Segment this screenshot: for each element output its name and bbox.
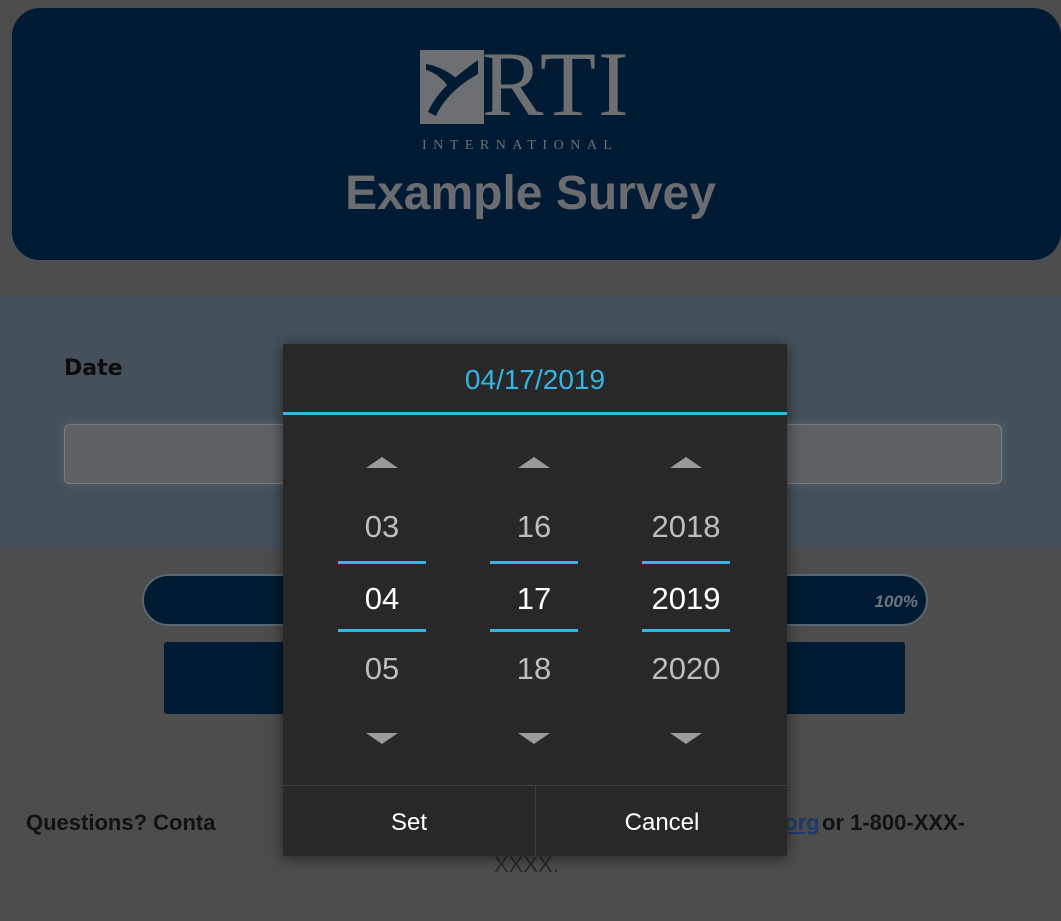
date-picker-dialog: 04/17/2019 03 04 05 16 17 18 2018 2019 2…	[283, 344, 787, 857]
year-next[interactable]: 2020	[642, 651, 730, 687]
year-spinner[interactable]: 2018 2019 2020	[642, 415, 730, 785]
day-selection-line-top	[490, 561, 578, 564]
month-arrow-up-icon[interactable]	[366, 457, 398, 468]
day-arrow-down-icon[interactable]	[518, 733, 550, 744]
footer-text: Questions? Conta	[26, 810, 216, 835]
year-arrow-down-icon[interactable]	[670, 733, 702, 744]
survey-title: Example Survey	[345, 167, 716, 220]
date-question-label: Date	[64, 356, 123, 381]
month-current[interactable]: 04	[338, 581, 426, 617]
logo-subtext: INTERNATIONAL	[422, 138, 619, 153]
month-spinner[interactable]: 03 04 05	[338, 415, 426, 785]
rti-logo-mark	[420, 50, 484, 124]
day-prev[interactable]: 16	[490, 509, 578, 545]
rti-logo: RTI INTERNATIONAL	[420, 38, 670, 168]
day-next[interactable]: 18	[490, 651, 578, 687]
year-selection-line-top	[642, 561, 730, 564]
day-arrow-up-icon[interactable]	[518, 457, 550, 468]
survey-header: RTI INTERNATIONAL Example Survey	[12, 8, 1061, 260]
month-selection-line-bottom	[338, 629, 426, 632]
date-picker-title: 04/17/2019	[464, 364, 606, 395]
logo-text: RTI	[482, 33, 631, 135]
cancel-button[interactable]: Cancel	[535, 786, 788, 857]
footer-phone-text: or 1-800-XXX-	[822, 810, 966, 835]
year-arrow-up-icon[interactable]	[670, 457, 702, 468]
day-spinner[interactable]: 16 17 18	[490, 415, 578, 785]
month-arrow-down-icon[interactable]	[366, 733, 398, 744]
year-selection-line-bottom	[642, 629, 730, 632]
year-current[interactable]: 2019	[642, 581, 730, 617]
progress-text: 100%	[874, 592, 918, 611]
set-button[interactable]: Set	[283, 786, 535, 857]
day-current[interactable]: 17	[490, 581, 578, 617]
month-prev[interactable]: 03	[338, 509, 426, 545]
day-selection-line-bottom	[490, 629, 578, 632]
dialog-actions: Set Cancel	[283, 785, 787, 857]
month-next[interactable]: 05	[338, 651, 426, 687]
year-prev[interactable]: 2018	[642, 509, 730, 545]
month-selection-line-top	[338, 561, 426, 564]
